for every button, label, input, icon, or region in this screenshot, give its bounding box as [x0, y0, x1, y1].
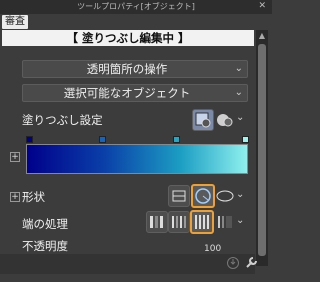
opacity-value: 100 — [204, 244, 222, 254]
fill-toggle-icon[interactable] — [215, 110, 235, 130]
shape-label: 形状 — [22, 190, 45, 204]
chevron-down-icon[interactable]: ⌄ — [236, 112, 244, 123]
gradient-stop[interactable] — [99, 136, 106, 143]
status-tag: 審査 — [2, 15, 28, 29]
shape-ellipse-icon[interactable] — [216, 187, 234, 205]
gradient-preview[interactable] — [26, 144, 248, 174]
end-processing-label: 端の処理 — [22, 217, 68, 231]
dropdown-label: 選択可能なオブジェクト — [63, 86, 191, 100]
plus-icon[interactable]: + — [10, 152, 20, 162]
gradient-fill-mode-icon[interactable] — [192, 109, 214, 131]
end-stretch-icon[interactable] — [190, 210, 214, 234]
close-icon[interactable]: ✕ — [258, 1, 266, 11]
gradient-stop[interactable] — [26, 136, 33, 143]
dropdown-label: 透明箇所の操作 — [86, 62, 168, 76]
scrollbar[interactable]: ▲ — [256, 30, 268, 266]
chevron-down-icon: ⌄ — [234, 87, 243, 98]
end-none-icon[interactable] — [216, 213, 234, 231]
gradient-stop[interactable] — [173, 136, 180, 143]
wrench-icon[interactable] — [244, 256, 258, 270]
plus-icon[interactable]: + — [10, 192, 20, 202]
shape-linear-icon[interactable] — [168, 185, 190, 207]
fill-edit-header: 【 塗りつぶし編集中 】 — [2, 30, 254, 46]
shape-circle-icon[interactable] — [191, 184, 215, 208]
end-mirror-icon[interactable] — [168, 211, 190, 233]
fill-settings-label: 塗りつぶし設定 — [22, 113, 103, 127]
selectable-object-dropdown[interactable]: 選択可能なオブジェクト ⌄ — [22, 84, 248, 102]
chevron-down-icon[interactable]: ⌄ — [236, 215, 244, 226]
scroll-up-icon[interactable]: ▲ — [256, 30, 268, 42]
scroll-thumb[interactable] — [258, 44, 266, 256]
transparent-area-operation-dropdown[interactable]: 透明箇所の操作 ⌄ — [22, 60, 248, 78]
opacity-label: 不透明度 — [22, 239, 68, 253]
reset-icon[interactable] — [226, 256, 240, 270]
end-repeat-icon[interactable] — [146, 211, 168, 233]
window-titlebar: ツールプロパティ[オブジェクト] ✕ — [0, 0, 272, 14]
chevron-down-icon: ⌄ — [234, 63, 243, 74]
window-title: ツールプロパティ[オブジェクト] — [77, 2, 195, 11]
chevron-down-icon[interactable]: ⌄ — [236, 189, 244, 200]
bottom-toolbar — [0, 254, 258, 274]
gradient-stop[interactable] — [242, 136, 249, 143]
